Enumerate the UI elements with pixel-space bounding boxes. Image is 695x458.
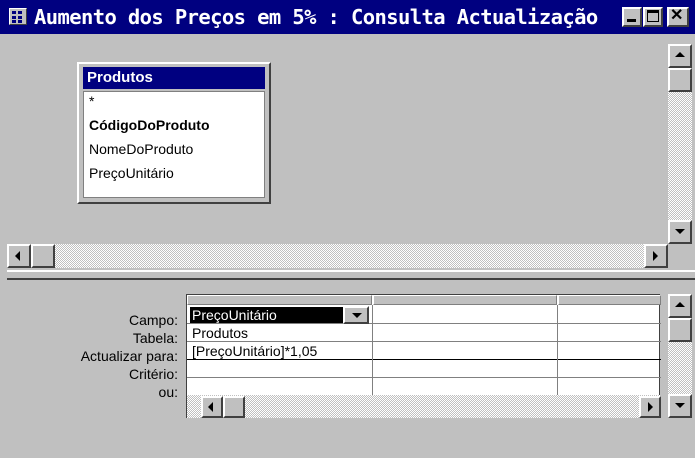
field-list-body: * CódigoDoProduto NomeDoProduto PreçoUni…: [83, 91, 265, 198]
row-label-campo: Campo:: [128, 312, 178, 328]
grid-scroll-vthumb[interactable]: [668, 318, 692, 342]
update-to-value[interactable]: [PreçoUnitário]*1,05: [192, 342, 317, 360]
chevron-down-icon: [352, 313, 362, 318]
upper-vertical-scrollbar[interactable]: [668, 44, 692, 244]
row-label-criterio: Critério:: [128, 366, 178, 382]
arrow-down-icon: [675, 403, 685, 408]
table-cell-value[interactable]: Produtos: [192, 324, 248, 342]
field-item-codigo[interactable]: CódigoDoProduto: [89, 117, 210, 133]
arrow-up-icon: [675, 52, 685, 57]
pane-splitter[interactable]: [7, 270, 695, 280]
arrow-right-icon: [653, 251, 658, 261]
row-label-actualizar: Actualizar para:: [80, 348, 178, 364]
row-label-tabela: Tabela:: [132, 330, 178, 346]
grid-scroll-left-button[interactable]: [201, 396, 223, 418]
window-title: Aumento dos Preços em 5% : Consulta Actu…: [34, 5, 598, 29]
scroll-right-button[interactable]: [644, 244, 668, 268]
grid-scroll-thumb[interactable]: [223, 396, 245, 418]
grid-scroll-down-button[interactable]: [668, 394, 692, 418]
scroll-thumb[interactable]: [668, 68, 692, 92]
row-label-ou: ou:: [158, 384, 178, 400]
column-selector-2[interactable]: [373, 295, 557, 305]
design-grid[interactable]: PreçoUnitário Produtos [PreçoUnitário]*1…: [186, 294, 661, 418]
scroll-thumb[interactable]: [31, 244, 55, 268]
arrow-left-icon: [208, 402, 213, 412]
grid-scroll-up-button[interactable]: [668, 294, 692, 318]
field-item-all[interactable]: *: [89, 93, 94, 109]
scroll-down-button[interactable]: [668, 220, 692, 244]
arrow-down-icon: [675, 229, 685, 234]
scroll-left-button[interactable]: [7, 244, 31, 268]
upper-horizontal-scrollbar[interactable]: [7, 244, 668, 268]
minimize-button[interactable]: [622, 7, 642, 27]
field-list-title[interactable]: Produtos: [83, 67, 265, 89]
grid-scroll-right-button[interactable]: [639, 396, 661, 418]
query-window-icon[interactable]: [9, 8, 27, 25]
minimize-icon: [627, 19, 636, 22]
arrow-left-icon: [15, 251, 20, 261]
grid-horizontal-scrollbar[interactable]: [187, 395, 661, 418]
field-item-preco[interactable]: PreçoUnitário: [89, 165, 174, 181]
title-bar[interactable]: Aumento dos Preços em 5% : Consulta Actu…: [0, 0, 695, 34]
maximize-button[interactable]: [643, 7, 663, 27]
column-selector-1[interactable]: [187, 295, 372, 305]
close-button[interactable]: ✕: [667, 7, 689, 27]
lower-vertical-scrollbar[interactable]: [668, 294, 692, 418]
field-dropdown-button[interactable]: [343, 306, 369, 324]
scroll-corner: [668, 244, 695, 268]
field-item-nome[interactable]: NomeDoProduto: [89, 141, 193, 157]
column-selector-3[interactable]: [558, 295, 661, 305]
maximize-icon: [647, 10, 659, 22]
arrow-right-icon: [648, 402, 653, 412]
scroll-up-button[interactable]: [668, 44, 692, 68]
close-icon: ✕: [670, 7, 684, 24]
field-combo[interactable]: PreçoUnitário: [190, 307, 343, 323]
field-list-produtos[interactable]: Produtos * CódigoDoProduto NomeDoProduto…: [77, 62, 271, 204]
arrow-up-icon: [675, 302, 685, 307]
field-combo-value[interactable]: PreçoUnitário: [192, 306, 277, 324]
